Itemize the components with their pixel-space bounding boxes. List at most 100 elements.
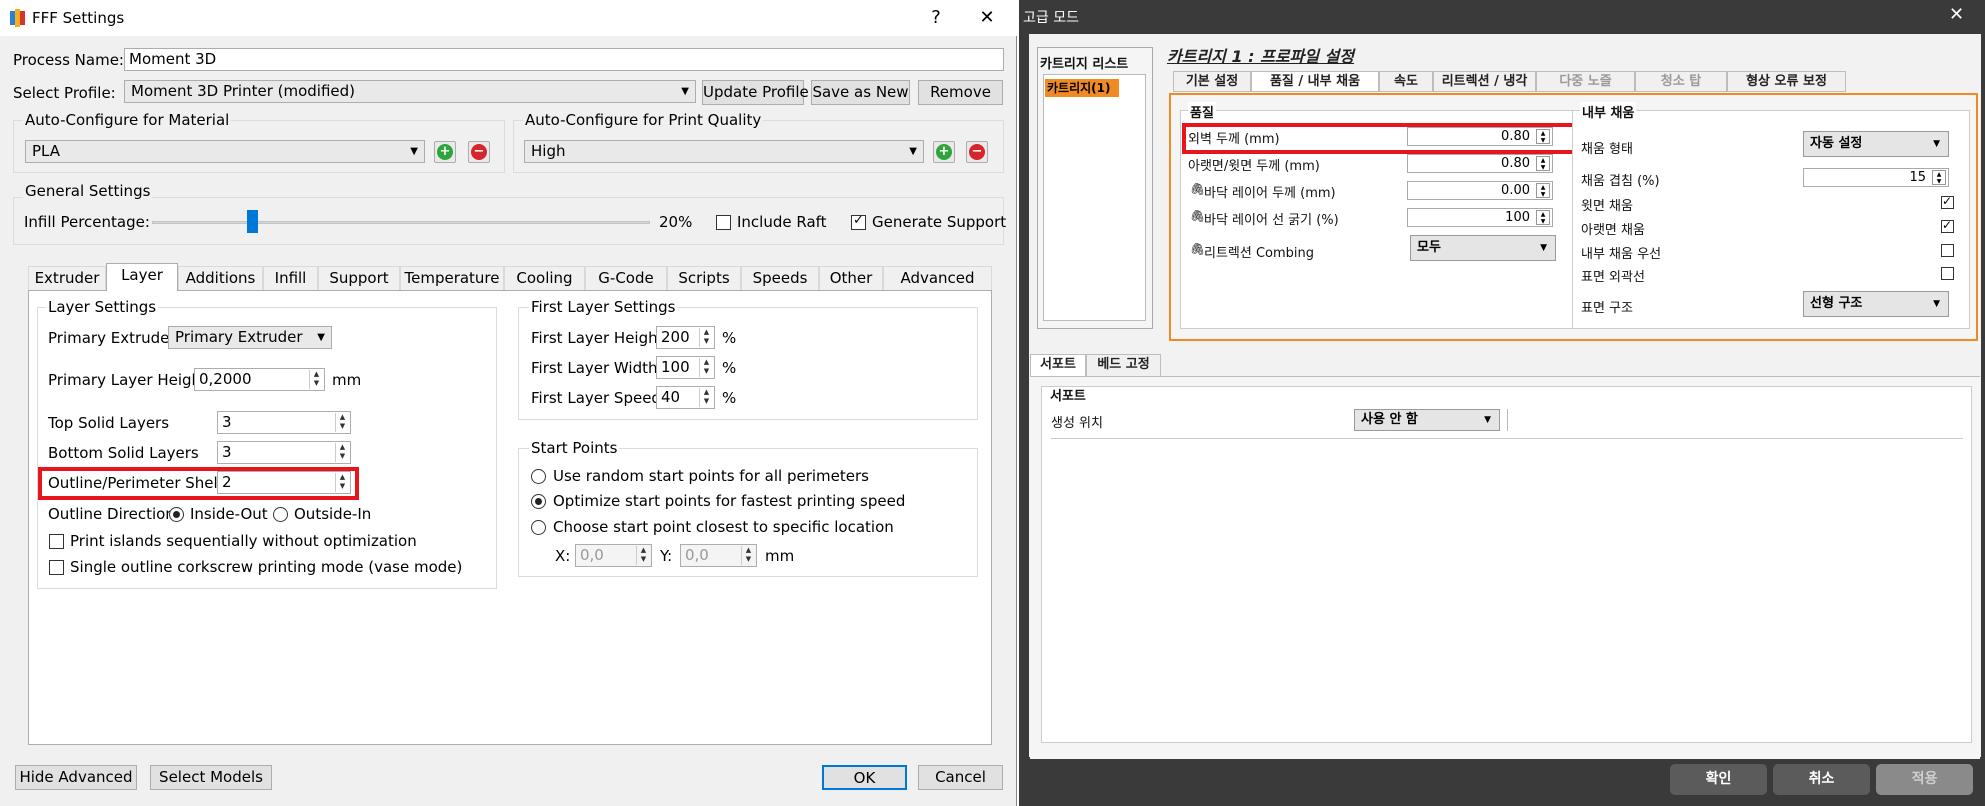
quality-row-input[interactable]: 100 ▲ ▼ — [1407, 208, 1553, 227]
y-input[interactable]: 0,0 ▲ ▼ — [680, 544, 757, 567]
spinner-arrows-icon[interactable]: ▲ ▼ — [699, 388, 713, 407]
remove-quality-button[interactable]: − — [966, 141, 988, 163]
remove-material-button[interactable]: − — [468, 141, 490, 163]
spinner-arrows-icon[interactable]: ▲ ▼ — [309, 370, 323, 389]
x-input[interactable]: 0,0 ▲ ▼ — [575, 544, 652, 567]
print-islands-checkbox[interactable] — [49, 534, 64, 549]
material-select[interactable]: PLA ▼ — [25, 140, 425, 163]
surface-structure-select[interactable]: 선형 구조 ▼ — [1803, 291, 1949, 317]
adv-tab-1[interactable]: 품질 / 내부 채움 — [1251, 71, 1379, 92]
help-button[interactable]: ? — [914, 4, 958, 32]
spinner-arrows-icon[interactable]: ▲ ▼ — [335, 443, 349, 462]
generate-support-checkbox[interactable] — [851, 213, 866, 230]
infill-type-select[interactable]: 자동 설정 ▼ — [1803, 131, 1949, 157]
tab-additions[interactable]: Additions — [178, 266, 263, 290]
inner-first-checkbox[interactable] — [1941, 244, 1954, 257]
tab-cooling[interactable]: Cooling — [504, 266, 585, 290]
quality-select[interactable]: High ▼ — [524, 140, 924, 163]
primary-layer-height-label: Primary Layer Height — [48, 371, 207, 389]
spinner-arrows-icon[interactable]: ▲ ▼ — [335, 413, 349, 432]
add-quality-button[interactable]: + — [933, 141, 955, 163]
adv-tab-5[interactable]: 청소 탑 — [1635, 71, 1727, 92]
quality-row-input[interactable]: 0.80 ▲ ▼ — [1407, 154, 1553, 173]
outline-shells-value: 2 — [222, 473, 232, 491]
process-name-input[interactable]: Moment 3D — [124, 48, 1004, 71]
spinner-arrows-icon[interactable]: ▲ ▼ — [335, 473, 349, 492]
adv-tab-2[interactable]: 속도 — [1379, 71, 1433, 92]
adv-tab-3[interactable]: 리트렉션 / 냉각 — [1433, 71, 1536, 92]
spinner-arrows-icon[interactable]: ▲ ▼ — [1536, 210, 1550, 225]
close-button[interactable]: ✕ — [965, 4, 1009, 32]
tab-layer[interactable]: Layer — [106, 263, 178, 291]
x-value: 0,0 — [580, 546, 604, 564]
update-profile-button[interactable]: Update Profile — [702, 80, 809, 105]
inside-out-radio[interactable] — [169, 507, 184, 522]
tab-g-code[interactable]: G-Code — [585, 266, 667, 290]
ok-button[interactable]: OK — [822, 765, 907, 790]
spinner-arrows-icon[interactable]: ▲ ▼ — [699, 358, 713, 377]
primary-extruder-select[interactable]: Primary Extruder ▼ — [168, 326, 332, 349]
quality-row-input[interactable]: 0.00 ▲ ▼ — [1407, 181, 1553, 200]
tab-infill[interactable]: Infill — [263, 266, 318, 290]
close-button[interactable]: ✕ — [1949, 4, 1964, 25]
confirm-button[interactable]: 확인 — [1670, 764, 1767, 795]
support-position-select[interactable]: 사용 안 함 ▼ — [1354, 409, 1500, 431]
tab-scripts[interactable]: Scripts — [667, 266, 741, 290]
top-solid-layers-input[interactable]: 3 ▲ ▼ — [217, 411, 351, 434]
surface-outline-checkbox[interactable] — [1941, 267, 1954, 280]
random-start-radio[interactable] — [531, 469, 546, 484]
retraction-combing-select[interactable]: 모두 ▼ — [1410, 235, 1556, 261]
vase-mode-checkbox[interactable] — [49, 560, 64, 575]
spinner-arrows-icon[interactable]: ▲ ▼ — [636, 546, 650, 565]
hide-advanced-button[interactable]: Hide Advanced — [15, 765, 137, 790]
tab-support[interactable]: Support — [318, 266, 400, 290]
tab-other[interactable]: Other — [819, 266, 883, 290]
profile-select[interactable]: Moment 3D Printer (modified) ▼ — [124, 80, 696, 103]
adv-tab-0[interactable]: 기본 설정 — [1173, 71, 1251, 92]
tab-speeds[interactable]: Speeds — [741, 266, 819, 290]
tab-temperature[interactable]: Temperature — [400, 266, 504, 290]
spinner-arrows-icon[interactable]: ▲ ▼ — [1536, 183, 1550, 198]
adv-tab-6[interactable]: 형상 오류 보정 — [1727, 71, 1846, 92]
cartridge-item[interactable]: 카트리지(1) — [1045, 79, 1119, 97]
first-layer-height-input[interactable]: 200 ▲ ▼ — [656, 326, 715, 349]
title-bar — [1019, 0, 1985, 33]
title-bar: FFF Settings ? ✕ — [0, 0, 1017, 36]
tab-support[interactable]: 서포트 — [1030, 354, 1086, 377]
bottom-solid-layers-input[interactable]: 3 ▲ ▼ — [217, 441, 351, 464]
surface-structure-value: 선형 구조 — [1810, 296, 1863, 311]
adv-tab-4[interactable]: 다중 노즐 — [1536, 71, 1635, 92]
primary-layer-height-input[interactable]: 0,2000 ▲ ▼ — [194, 368, 325, 391]
save-as-new-button[interactable]: Save as New — [811, 80, 910, 105]
pct-unit: % — [722, 329, 737, 347]
profile-title: 카트리지 1 : 프로파일 설정 — [1167, 47, 1355, 66]
tab-extruder[interactable]: Extruder — [28, 266, 106, 290]
spinner-arrows-icon[interactable]: ▲ ▼ — [1536, 156, 1550, 171]
bottom-fill-checkbox[interactable] — [1941, 218, 1954, 233]
top-fill-checkbox[interactable] — [1941, 194, 1954, 209]
cancel-button[interactable]: 취소 — [1773, 764, 1870, 795]
outline-shells-input[interactable]: 2 ▲ ▼ — [217, 471, 351, 494]
add-material-button[interactable]: + — [434, 141, 456, 163]
include-raft-checkbox[interactable] — [716, 215, 731, 230]
cancel-button[interactable]: Cancel — [918, 765, 1003, 790]
first-layer-width-input[interactable]: 100 ▲ ▼ — [656, 356, 715, 379]
infill-overlap-input[interactable]: 15 ▲ ▼ — [1803, 168, 1949, 187]
apply-button[interactable]: 적용 — [1876, 764, 1973, 795]
infill-slider[interactable] — [152, 221, 650, 224]
divider — [1051, 438, 1963, 439]
first-layer-speed-input[interactable]: 40 ▲ ▼ — [656, 386, 715, 409]
quality-row-value: 100 — [1505, 210, 1530, 225]
spinner-arrows-icon[interactable]: ▲ ▼ — [741, 546, 755, 565]
optimize-start-radio[interactable] — [531, 494, 546, 509]
remove-button[interactable]: Remove — [918, 80, 1003, 105]
spinner-arrows-icon[interactable]: ▲ ▼ — [1932, 170, 1946, 185]
support-position-label: 생성 위치 — [1051, 416, 1103, 431]
tab-bed-adhesion[interactable]: 베드 고정 — [1086, 354, 1161, 377]
closest-start-radio[interactable] — [531, 520, 546, 535]
spinner-arrows-icon[interactable]: ▲ ▼ — [699, 328, 713, 347]
select-models-button[interactable]: Select Models — [150, 765, 272, 790]
infill-slider-thumb[interactable] — [246, 210, 258, 233]
outside-in-radio[interactable] — [273, 507, 288, 522]
tab-advanced[interactable]: Advanced — [883, 266, 992, 290]
